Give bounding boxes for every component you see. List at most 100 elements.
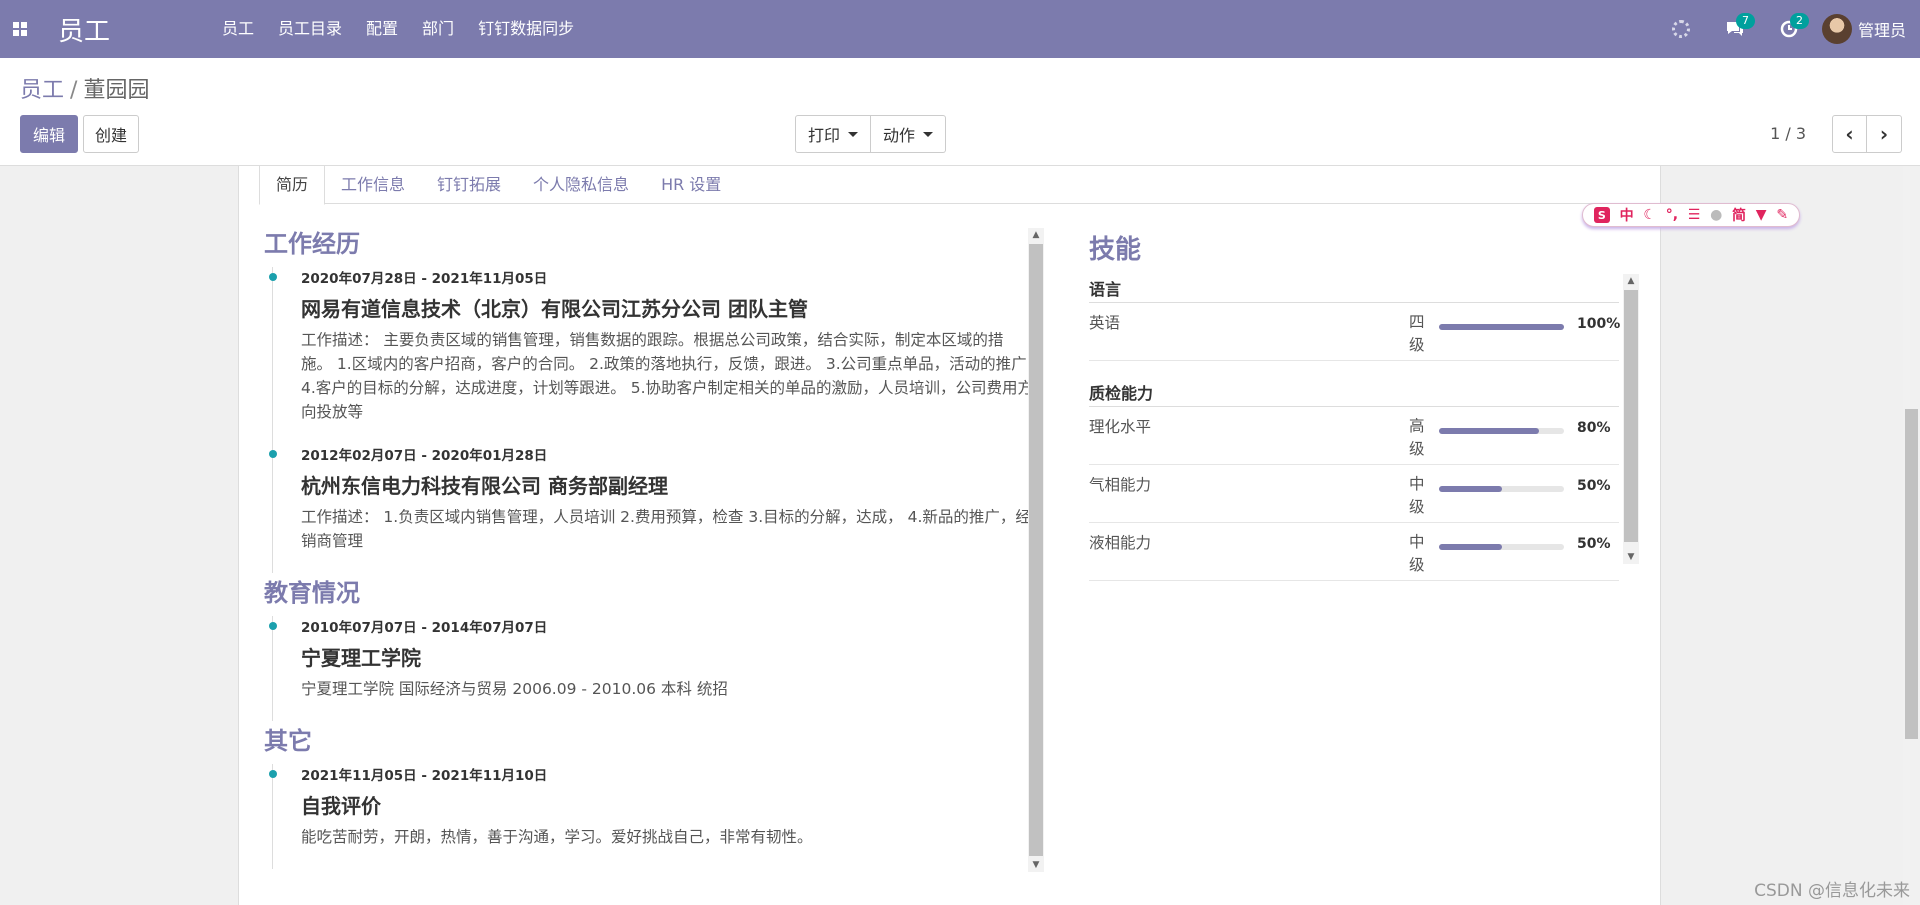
- page-scrollbar[interactable]: [1903, 166, 1920, 905]
- skill-percent: 50%: [1577, 536, 1611, 552]
- chat-badge: 7: [1735, 13, 1755, 29]
- moon-icon[interactable]: ☾: [1643, 207, 1656, 223]
- timeline-dot-icon: [269, 273, 277, 281]
- menu-item-departments[interactable]: 部门: [410, 0, 466, 58]
- breadcrumb: 员工 / 董园园: [20, 72, 149, 104]
- skill-percent: 50%: [1577, 478, 1611, 494]
- app-brand[interactable]: 员工: [40, 11, 210, 48]
- resume-date: 2012年02月07日 - 2020年01月28日: [301, 448, 548, 464]
- scroll-up-icon[interactable]: ▲: [1623, 274, 1639, 288]
- skill-row[interactable]: 气相能力 中级 50%: [1089, 465, 1619, 523]
- loading-spinner-icon: [1654, 0, 1708, 58]
- apps-menu-icon[interactable]: [0, 0, 40, 58]
- navbar-right: 7 2 管理员: [1654, 0, 1920, 58]
- skill-row[interactable]: 英语 四级 100%: [1089, 303, 1620, 361]
- resume-list: 工作经历 2020年07月28日 - 2021年11月05日 网易有道信息技术（…: [264, 224, 1034, 872]
- resume-item[interactable]: 2021年11月05日 - 2021年11月10日 自我评价 能吃苦耐劳，开朗，…: [269, 764, 1034, 869]
- skill-name: 英语: [1089, 314, 1121, 332]
- skill-progress-fill: [1439, 486, 1502, 492]
- scroll-up-icon[interactable]: ▲: [1028, 228, 1044, 242]
- skill-progress-fill: [1439, 544, 1502, 550]
- skill-progress-fill: [1439, 428, 1539, 434]
- scroll-down-icon[interactable]: ▼: [1623, 550, 1639, 564]
- resume-item[interactable]: 2012年02月07日 - 2020年01月28日 杭州东信电力科技有限公司 商…: [269, 444, 1034, 573]
- chevron-left-icon: ‹: [1845, 122, 1854, 146]
- edit-button[interactable]: 编辑: [20, 115, 78, 153]
- skill-category: 语言: [1089, 273, 1619, 303]
- previous-record-button[interactable]: ‹: [1832, 115, 1867, 153]
- breadcrumb-current: 董园园: [83, 78, 150, 103]
- breadcrumb-separator: /: [70, 78, 78, 103]
- tab-work-info[interactable]: 工作信息: [325, 166, 421, 203]
- print-dropdown[interactable]: 打印: [795, 115, 872, 153]
- watermark: CSDN @信息化未来: [1754, 881, 1910, 901]
- avatar: [1821, 14, 1852, 44]
- breadcrumb-parent-link[interactable]: 员工: [20, 78, 64, 103]
- activity-clock-icon[interactable]: 2: [1762, 0, 1816, 58]
- top-navbar: 员工 员工 员工目录 配置 部门 钉钉数据同步 7 2 管理员: [0, 0, 1920, 58]
- resume-title: 自我评价: [301, 794, 381, 818]
- scrollbar-thumb[interactable]: [1905, 409, 1918, 739]
- skin-icon[interactable]: ▼: [1756, 207, 1767, 223]
- scrollbar-thumb[interactable]: [1029, 244, 1043, 856]
- menu-item-directory[interactable]: 员工目录: [266, 0, 354, 58]
- tab-private-info[interactable]: 个人隐私信息: [517, 166, 645, 203]
- scrollbar-thumb[interactable]: [1624, 290, 1638, 542]
- section-title-education: 教育情况: [264, 579, 360, 607]
- menu-item-config[interactable]: 配置: [354, 0, 410, 58]
- resume-date: 2021年11月05日 - 2021年11月10日: [301, 768, 548, 784]
- skill-category: 质检能力: [1089, 377, 1619, 407]
- skill-progress-bar: [1439, 544, 1564, 550]
- skill-progress-fill: [1439, 324, 1564, 330]
- resume-date: 2010年07月07日 - 2014年07月07日: [301, 620, 548, 636]
- keyboard-icon[interactable]: ☰: [1688, 207, 1701, 223]
- resume-description: 宁夏理工学院 国际经济与贸易 2006.09 - 2010.06 本科 统招: [301, 680, 728, 698]
- resume-description: 工作描述： 1.负责区域内销售管理，人员培训 2.费用预算，检查 3.目标的分解…: [301, 508, 1031, 550]
- skills-table: 语言 英语 四级 100% 质检能力 理化水平 高级 80% 气相能力 中级 5…: [1089, 273, 1620, 581]
- print-action-group: 打印 动作: [795, 115, 947, 153]
- resume-description: 工作描述： 主要负责区域的销售管理，销售数据的跟踪。根据总公司政策，结合实际，制…: [301, 331, 1034, 421]
- create-button[interactable]: 创建: [83, 115, 139, 153]
- tab-dingtalk-ext[interactable]: 钉钉拓展: [421, 166, 517, 203]
- skill-row[interactable]: 液相能力 中级 50%: [1089, 523, 1619, 581]
- menu-item-dingtalk-sync[interactable]: 钉钉数据同步: [466, 0, 586, 58]
- resume-item[interactable]: 2020年07月28日 - 2021年11月05日 网易有道信息技术（北京）有限…: [269, 267, 1034, 444]
- user-icon[interactable]: ●: [1710, 207, 1722, 223]
- action-dropdown[interactable]: 动作: [871, 115, 947, 153]
- action-label: 动作: [883, 126, 916, 145]
- main-menu: 员工 员工目录 配置 部门 钉钉数据同步: [210, 0, 586, 58]
- notebook-tabs: 简历 工作信息 钉钉拓展 个人隐私信息 HR 设置: [259, 166, 1640, 205]
- tab-hr-settings[interactable]: HR 设置: [645, 166, 737, 203]
- timeline-dot-icon: [269, 770, 277, 778]
- skill-row[interactable]: 理化水平 高级 80%: [1089, 407, 1619, 465]
- ime-toolbar[interactable]: S 中 ☾ °, ☰ ● 简 ▼ ✎: [1582, 203, 1800, 227]
- resume-description: 能吃苦耐劳，开朗，热情，善于沟通，学习。爱好挑战自己，非常有韧性。: [301, 828, 813, 846]
- scroll-down-icon[interactable]: ▼: [1028, 858, 1044, 872]
- skill-progress-bar: [1439, 324, 1564, 330]
- next-record-button[interactable]: ›: [1867, 115, 1902, 153]
- pager-value[interactable]: 1 / 3: [1770, 124, 1806, 143]
- section-title-other: 其它: [264, 727, 312, 755]
- skill-level: 中级: [1409, 533, 1425, 574]
- skills-title: 技能: [1089, 235, 1142, 265]
- ime-logo-icon[interactable]: S: [1593, 207, 1610, 223]
- chat-icon[interactable]: 7: [1708, 0, 1762, 58]
- resume-item[interactable]: 2010年07月07日 - 2014年07月07日 宁夏理工学院 宁夏理工学院 …: [269, 616, 1034, 721]
- menu-item-employees[interactable]: 员工: [210, 0, 266, 58]
- skills-scrollbar[interactable]: ▲ ▼: [1623, 274, 1639, 564]
- activity-badge: 2: [1789, 13, 1809, 29]
- wrench-icon[interactable]: ✎: [1776, 207, 1788, 223]
- skill-level: 中级: [1409, 475, 1425, 516]
- ime-simplified[interactable]: 简: [1732, 205, 1746, 225]
- skill-name: 理化水平: [1089, 418, 1152, 436]
- punctuation-icon[interactable]: °,: [1666, 207, 1678, 223]
- skill-level: 四级: [1409, 313, 1425, 354]
- resume-scrollbar[interactable]: ▲ ▼: [1028, 228, 1044, 872]
- skill-progress-bar: [1439, 428, 1564, 434]
- user-menu[interactable]: 管理员: [1816, 14, 1920, 44]
- caret-down-icon: [923, 131, 934, 137]
- resume-title: 杭州东信电力科技有限公司 商务部副经理: [301, 474, 668, 498]
- ime-chinese-mode[interactable]: 中: [1620, 205, 1634, 225]
- skill-name: 液相能力: [1089, 534, 1152, 552]
- tab-resume[interactable]: 简历: [259, 166, 326, 205]
